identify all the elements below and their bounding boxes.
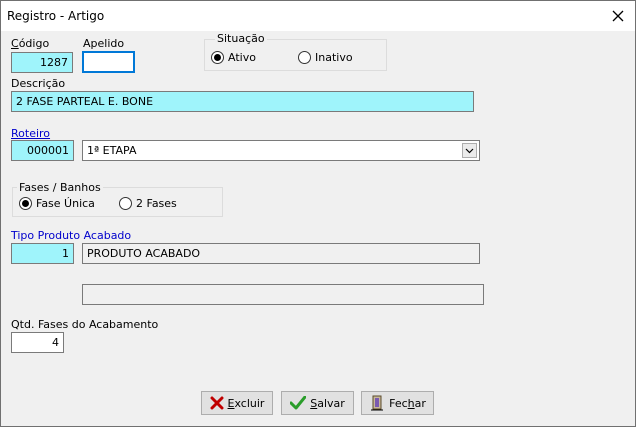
radio-circle <box>119 197 132 210</box>
descricao-field[interactable]: 2 FASE PARTEAL E. BONE <box>11 91 474 112</box>
radio-inativo[interactable]: Inativo <box>298 51 353 64</box>
codigo-field[interactable]: 1287 <box>11 52 73 73</box>
radio-fase-unica[interactable]: Fase Única <box>19 197 95 210</box>
chevron-down-icon <box>465 148 474 153</box>
fases-title: Fases / Banhos <box>17 181 103 194</box>
tipo-produto-code-field[interactable]: 1 <box>11 243 74 264</box>
check-icon <box>290 396 307 410</box>
close-icon <box>612 10 624 22</box>
tipo-produto-extra-field <box>82 284 484 305</box>
radio-2-fases[interactable]: 2 Fases <box>119 197 177 210</box>
apelido-field[interactable] <box>82 51 135 73</box>
x-icon <box>210 396 224 410</box>
descricao-label: Descrição <box>11 77 66 90</box>
tipo-produto-label: Tipo Produto Acabado <box>11 229 132 242</box>
salvar-button[interactable]: Salvar <box>281 391 354 415</box>
qtd-fases-label: Qtd. Fases do Acabamento <box>11 318 159 331</box>
radio-ativo[interactable]: Ativo <box>211 51 256 64</box>
door-exit-icon <box>371 395 384 411</box>
radio-fase-unica-label: Fase Única <box>36 197 95 210</box>
excluir-label: Excluir <box>227 396 265 410</box>
title-bar: Registro - Artigo <box>1 1 635 31</box>
radio-circle <box>211 51 224 64</box>
apelido-label: Apelido <box>83 37 125 50</box>
roteiro-select[interactable]: 1ª ETAPA <box>82 140 480 161</box>
roteiro-selected: 1ª ETAPA <box>87 144 137 157</box>
radio-ativo-label: Ativo <box>228 51 256 64</box>
radio-inativo-label: Inativo <box>315 51 353 64</box>
roteiro-dropdown-button[interactable] <box>462 143 477 158</box>
codigo-label: Código <box>11 37 50 50</box>
radio-circle <box>298 51 311 64</box>
qtd-fases-field[interactable]: 4 <box>11 332 64 353</box>
radio-2-fases-label: 2 Fases <box>136 197 177 210</box>
radio-circle <box>19 197 32 210</box>
roteiro-code-field[interactable]: 000001 <box>11 140 74 161</box>
tipo-produto-name-field: PRODUTO ACABADO <box>82 243 480 264</box>
roteiro-link[interactable]: Roteiro <box>11 127 50 140</box>
situacao-title: Situação <box>215 32 267 45</box>
excluir-button[interactable]: Excluir <box>201 391 273 415</box>
close-button[interactable] <box>601 1 635 31</box>
window-title: Registro - Artigo <box>7 9 105 23</box>
dialog-window: Registro - Artigo Código 1287 Apelido Si… <box>0 0 636 427</box>
salvar-label: Salvar <box>310 396 345 410</box>
fechar-button[interactable]: Fechar <box>361 391 434 415</box>
fechar-label: Fechar <box>389 396 426 410</box>
